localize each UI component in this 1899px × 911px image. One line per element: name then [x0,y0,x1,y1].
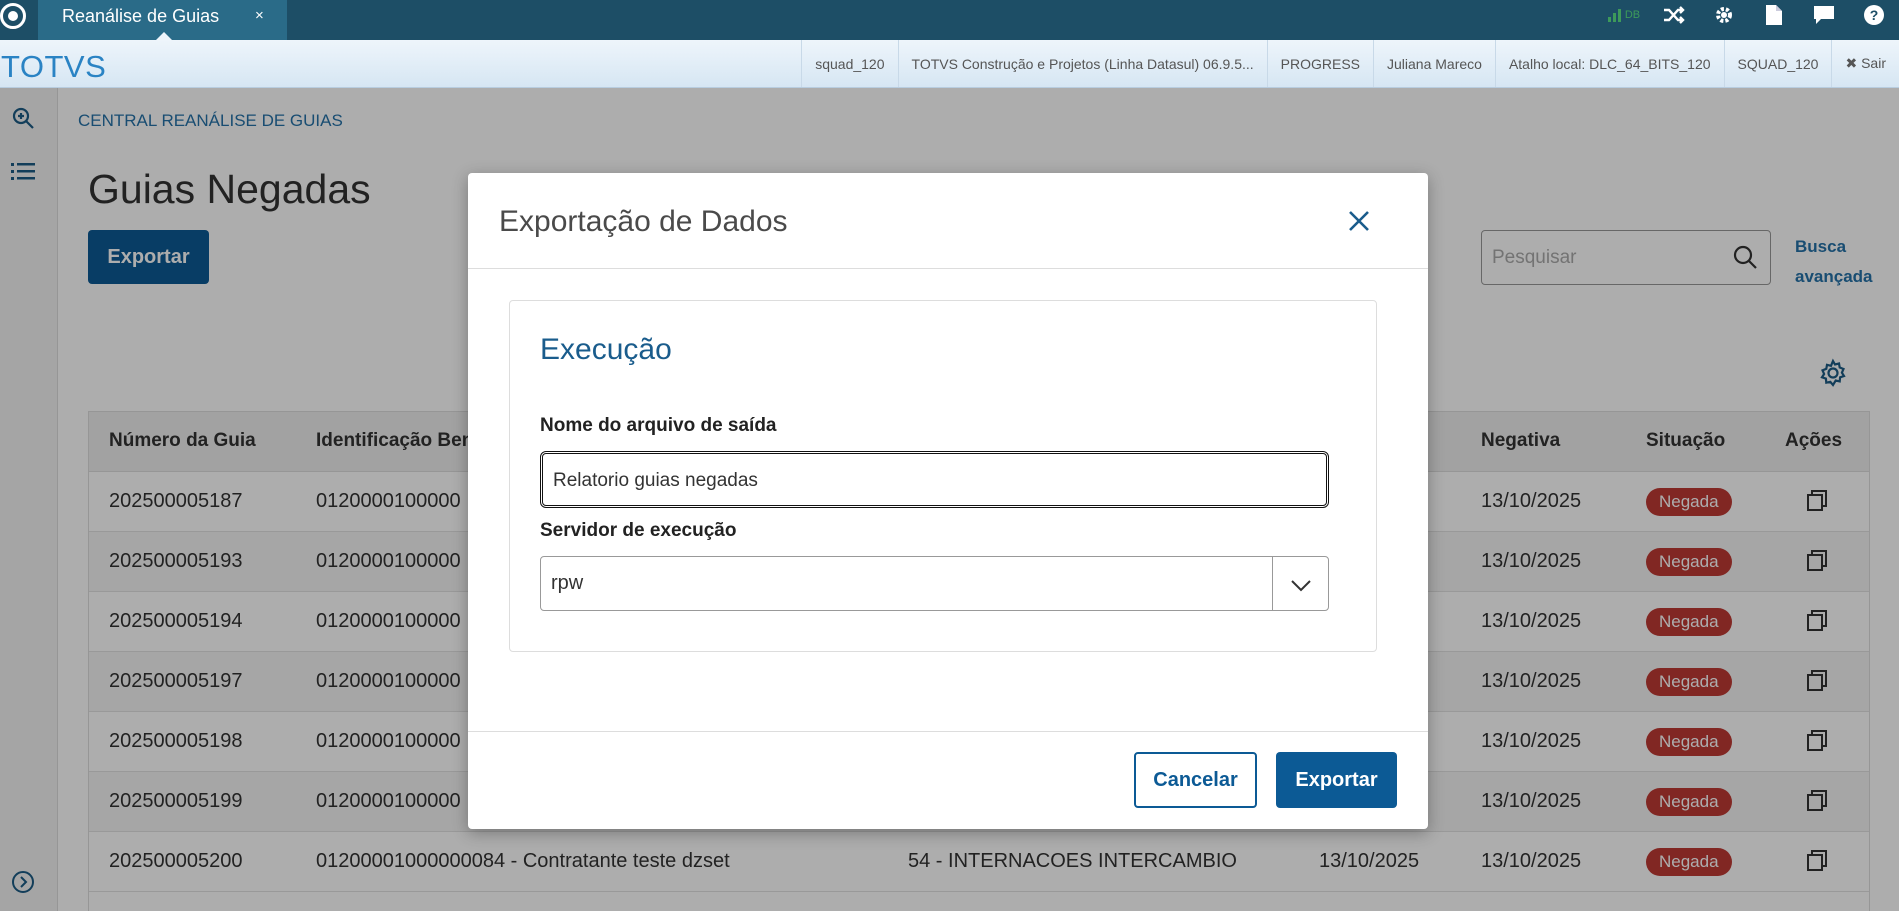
modal-footer-divider [468,731,1428,732]
tab-notch [156,32,172,40]
info-user: Juliana Mareco [1373,40,1495,87]
modal-divider [468,268,1428,269]
chat-icon[interactable] [1799,0,1849,30]
info-shortcut: Atalho local: DLC_64_BITS_120 [1494,40,1724,87]
close-icon[interactable] [1344,206,1374,236]
modal-title: Exportação de Dados [499,205,788,238]
execution-card: Execução Nome do arquivo de saída Relato… [509,300,1377,652]
info-database: PROGRESS [1266,40,1373,87]
brand-logo: TOTVS [1,49,107,84]
file-name-value: Relatorio guias negadas [553,470,758,491]
help-icon[interactable]: ? [1849,0,1899,30]
chevron-down-icon[interactable] [1288,572,1314,598]
section-title: Execução [540,333,672,366]
server-value: rpw [551,572,584,594]
shuffle-icon[interactable] [1649,0,1699,30]
server-select[interactable]: rpw [540,556,1329,611]
file-name-label: Nome do arquivo de saída [540,415,777,436]
svg-text:?: ? [1870,7,1879,23]
file-name-input[interactable]: Relatorio guias negadas [540,451,1329,508]
app-logo-icon[interactable] [0,3,26,29]
info-bar: TOTVS squad_120 TOTVS Construção e Proje… [0,40,1899,88]
info-items: squad_120 TOTVS Construção e Projetos (L… [801,40,1899,87]
export-button[interactable]: Exportar [1276,752,1397,808]
info-squad: squad_120 [801,40,897,87]
select-divider [1272,557,1273,610]
top-icons: DB ? [1599,0,1899,30]
server-label: Servidor de execução [540,520,737,541]
document-icon[interactable] [1749,0,1799,30]
export-modal: Exportação de Dados Execução Nome do arq… [468,173,1428,829]
gear-icon[interactable] [1699,0,1749,30]
logout-link[interactable]: ✖ Sair [1831,40,1899,87]
info-product: TOTVS Construção e Projetos (Linha Datas… [897,40,1267,87]
tab-close-icon[interactable]: × [255,7,264,24]
info-company: SQUAD_120 [1723,40,1832,87]
tab-label: Reanálise de Guias [62,6,220,26]
signal-icon: DB [1599,0,1649,30]
cancel-button[interactable]: Cancelar [1134,752,1257,808]
signal-label: DB [1624,9,1641,21]
top-tab-bar: Reanálise de Guias × DB ? [0,0,1899,40]
